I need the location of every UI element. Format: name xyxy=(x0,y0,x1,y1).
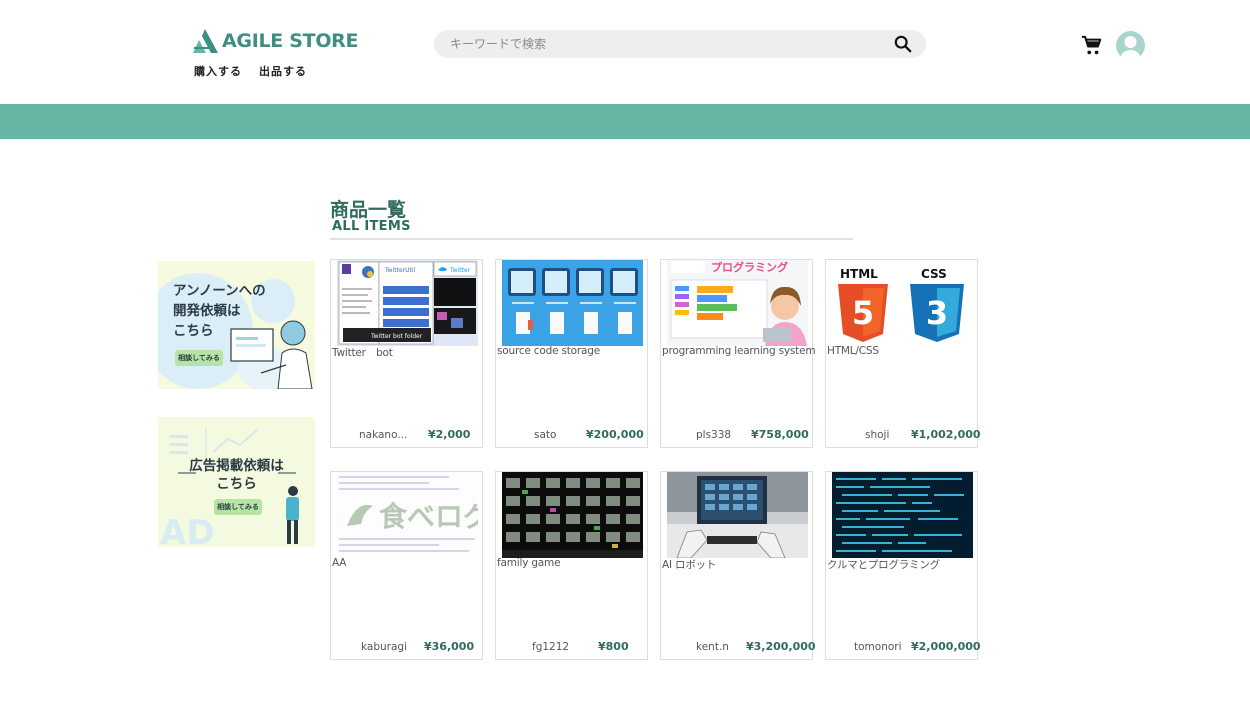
product-title: HTML/CSS xyxy=(827,345,879,357)
source-code-thumbnail-icon xyxy=(502,260,643,346)
product-card[interactable]: AI ロボット kent.n ¥3,200,000 xyxy=(660,471,816,660)
section-subtitle: ALL ITEMS xyxy=(332,219,411,234)
section-title: 商品一覧 xyxy=(330,199,407,221)
banner-consult-button[interactable]: 相談してみる xyxy=(175,350,223,366)
twitter-bot-thumbnail-icon: TwitterUtil Twitter Twitter bot folder xyxy=(337,260,478,346)
tabelog-thumbnail-icon: 食べログ xyxy=(337,472,478,558)
product-title: programming learning system xyxy=(662,345,816,357)
logo-mark-icon xyxy=(193,29,218,53)
product-card[interactable]: プログラミング programming learning system pls3… xyxy=(660,259,816,448)
svg-text:プログラミング: プログラミング xyxy=(711,260,788,274)
product-title: クルマとプログラミング xyxy=(827,559,940,571)
programming-thumbnail-icon: プログラミング xyxy=(667,260,808,346)
product-price: ¥36,000 xyxy=(424,640,475,653)
product-price: ¥3,200,000 xyxy=(746,640,816,653)
nav-sell-link[interactable]: 出品する xyxy=(259,63,307,79)
product-seller: kaburagi xyxy=(361,641,407,653)
product-seller: fg1212 xyxy=(532,641,570,653)
banner-text: 広告掲載依頼は こちら xyxy=(189,458,284,492)
svg-text:Twitter bot folder: Twitter bot folder xyxy=(370,333,423,340)
product-price: ¥1,002,000 xyxy=(911,428,981,441)
product-seller: kent.n xyxy=(696,641,729,653)
product-seller: sato xyxy=(534,429,557,441)
html-css-thumbnail-icon: HTML CSS 5 3 xyxy=(832,260,973,346)
product-title: AI ロボット xyxy=(662,559,717,571)
search-input[interactable] xyxy=(450,30,890,58)
banner-consult-button[interactable]: 相談してみる xyxy=(214,499,262,515)
svg-text:Twitter: Twitter xyxy=(449,267,471,274)
svg-text:5: 5 xyxy=(852,294,874,332)
product-title: AA xyxy=(332,557,347,569)
product-card[interactable]: source code storage sato ¥200,000 xyxy=(495,259,648,448)
product-price: ¥200,000 xyxy=(586,428,644,441)
banner-text: アンノーンへの 開発依頼は こちら xyxy=(173,283,266,339)
search-icon[interactable] xyxy=(894,35,912,53)
robot-thumbnail-icon xyxy=(667,472,808,558)
product-card[interactable]: HTML CSS 5 3 HTML/CSS shoji ¥1,002,000 xyxy=(825,259,981,448)
nav-buy-link[interactable]: 購入する xyxy=(194,63,242,79)
svg-text:HTML: HTML xyxy=(840,267,878,281)
product-title: source code storage xyxy=(497,345,600,357)
site-logo[interactable]: AGILE STORE xyxy=(193,28,358,54)
svg-text:TwitterUtil: TwitterUtil xyxy=(384,267,416,274)
product-card[interactable]: family game fg1212 ¥800 xyxy=(495,471,648,660)
search-bar xyxy=(434,30,926,58)
header-nav: 購入する 出品する xyxy=(194,63,307,79)
svg-text:食べログ: 食べログ xyxy=(379,500,478,533)
product-price: ¥758,000 xyxy=(751,428,809,441)
header-band xyxy=(0,104,1250,139)
product-seller: nakano... xyxy=(359,429,408,441)
svg-text:AD: AD xyxy=(160,513,215,547)
logo-text: AGILE STORE xyxy=(222,30,359,52)
product-price: ¥2,000 xyxy=(428,428,471,441)
retro-game-thumbnail-icon xyxy=(502,472,643,558)
product-seller: pls338 xyxy=(696,429,732,441)
product-seller: tomonori xyxy=(854,641,902,653)
product-title: family game xyxy=(497,557,561,569)
product-price: ¥2,000,000 xyxy=(911,640,981,653)
code-screen-thumbnail-icon xyxy=(832,472,973,558)
user-avatar[interactable] xyxy=(1116,31,1145,60)
user-avatar-icon xyxy=(1120,36,1141,60)
svg-text:CSS: CSS xyxy=(921,267,947,281)
product-card[interactable]: クルマとプログラミング tomonori ¥2,000,000 xyxy=(825,471,981,660)
product-card[interactable]: TwitterUtil Twitter Twitter bot folder T… xyxy=(330,259,483,448)
ad-request-banner[interactable]: AD 広告掲載依頼は こちら 相談してみる xyxy=(158,417,315,547)
product-price: ¥800 xyxy=(598,640,629,653)
svg-text:3: 3 xyxy=(926,294,948,332)
dev-request-banner[interactable]: アンノーンへの 開発依頼は こちら 相談してみる xyxy=(158,261,315,389)
product-card[interactable]: 食べログ AA kaburagi ¥36,000 xyxy=(330,471,483,660)
product-title: Twitter bot xyxy=(332,347,393,359)
section-divider xyxy=(330,238,853,240)
product-seller: shoji xyxy=(865,429,890,441)
cart-icon[interactable] xyxy=(1081,35,1103,57)
